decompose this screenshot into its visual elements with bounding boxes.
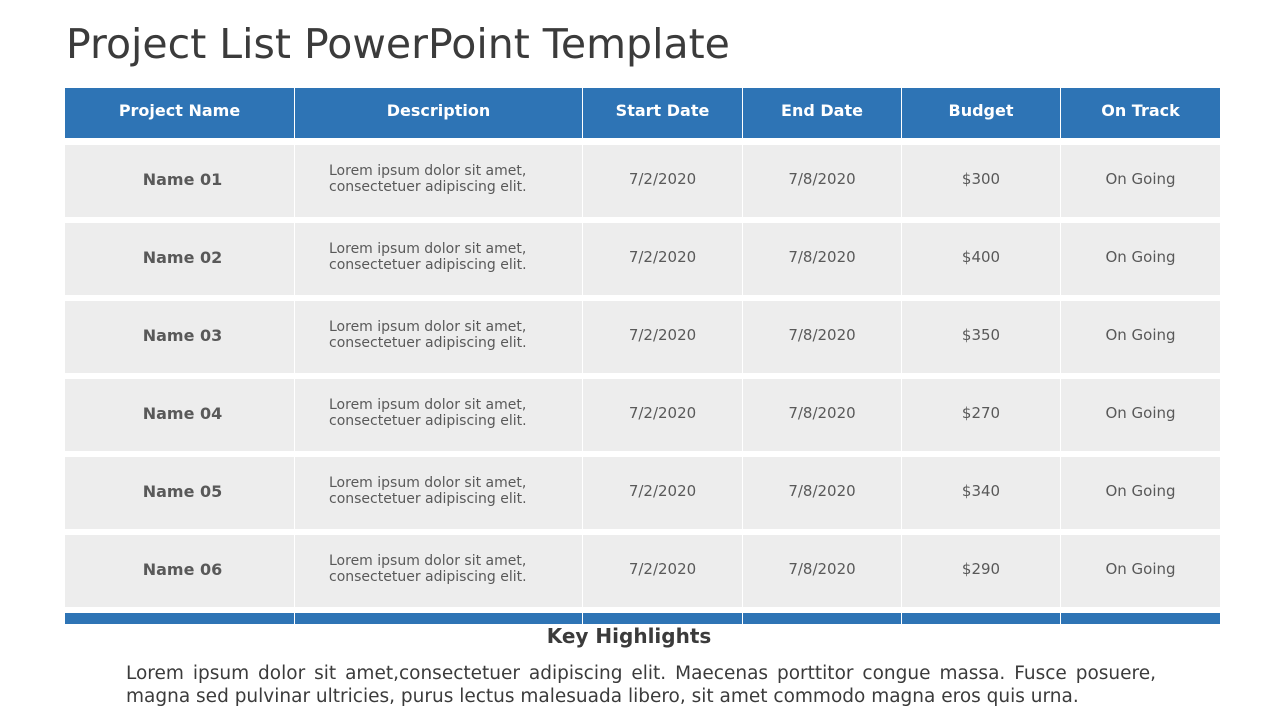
description-line-2: consectetuer adipiscing elit. — [329, 335, 527, 351]
description-line-1: Lorem ipsum dolor sit amet, — [329, 553, 527, 569]
project-name-cell: Name 04 — [65, 379, 295, 451]
description-line-2: consectetuer adipiscing elit. — [329, 569, 527, 585]
footer-segment — [902, 613, 1061, 624]
description-line-2: consectetuer adipiscing elit. — [329, 257, 527, 273]
footer-segment — [65, 613, 295, 624]
budget-cell: $350 — [902, 301, 1061, 373]
slide: Project List PowerPoint Template Project… — [0, 0, 1280, 720]
start-date-cell: 7/2/2020 — [583, 535, 743, 607]
budget-cell: $400 — [902, 223, 1061, 295]
table-row: Name 01 Lorem ipsum dolor sit amet, cons… — [65, 145, 1220, 217]
project-name-cell: Name 05 — [65, 457, 295, 529]
budget-cell: $300 — [902, 145, 1061, 217]
key-highlights-title: Key Highlights — [546, 624, 712, 648]
header-end-date: End Date — [743, 88, 902, 138]
table-body: Name 01 Lorem ipsum dolor sit amet, cons… — [65, 145, 1220, 607]
description-line-1: Lorem ipsum dolor sit amet, — [329, 319, 527, 335]
description-line-2: consectetuer adipiscing elit. — [329, 179, 527, 195]
project-name-cell: Name 01 — [65, 145, 295, 217]
end-date-cell: 7/8/2020 — [743, 301, 902, 373]
header-start-date: Start Date — [583, 88, 743, 138]
table-row: Name 05 Lorem ipsum dolor sit amet, cons… — [65, 457, 1220, 529]
description-line-2: consectetuer adipiscing elit. — [329, 491, 527, 507]
description-cell: Lorem ipsum dolor sit amet, consectetuer… — [295, 301, 583, 373]
description-line-1: Lorem ipsum dolor sit amet, — [329, 163, 527, 179]
end-date-cell: 7/8/2020 — [743, 379, 902, 451]
description-line-1: Lorem ipsum dolor sit amet, — [329, 241, 527, 257]
status-cell: On Going — [1105, 404, 1176, 422]
key-highlights-body: Lorem ipsum dolor sit amet,consectetuer … — [126, 663, 1156, 707]
project-name-cell: Name 02 — [65, 223, 295, 295]
table-header-row: Project Name Description Start Date End … — [65, 88, 1220, 138]
header-project-name: Project Name — [65, 88, 295, 138]
description-cell: Lorem ipsum dolor sit amet, consectetuer… — [295, 457, 583, 529]
header-on-track: On Track — [1101, 100, 1180, 120]
footer-segment — [295, 613, 583, 624]
table-row: Name 04 Lorem ipsum dolor sit amet, cons… — [65, 379, 1220, 451]
end-date-cell: 7/8/2020 — [743, 145, 902, 217]
project-table: Project Name Description Start Date End … — [65, 88, 1220, 624]
status-cell: On Going — [1105, 170, 1176, 188]
description-cell: Lorem ipsum dolor sit amet, consectetuer… — [295, 145, 583, 217]
header-description: Description — [295, 88, 583, 138]
start-date-cell: 7/2/2020 — [583, 457, 743, 529]
table-row: Name 06 Lorem ipsum dolor sit amet, cons… — [65, 535, 1220, 607]
end-date-cell: 7/8/2020 — [743, 535, 902, 607]
table-footer-bar — [65, 613, 1220, 624]
footer-segment — [583, 613, 743, 624]
footer-segment — [743, 613, 902, 624]
start-date-cell: 7/2/2020 — [583, 301, 743, 373]
start-date-cell: 7/2/2020 — [583, 223, 743, 295]
description-line-2: consectetuer adipiscing elit. — [329, 413, 527, 429]
description-cell: Lorem ipsum dolor sit amet, consectetuer… — [295, 535, 583, 607]
end-date-cell: 7/8/2020 — [743, 223, 902, 295]
table-row: Name 02 Lorem ipsum dolor sit amet, cons… — [65, 223, 1220, 295]
budget-cell: $270 — [902, 379, 1061, 451]
footer-segment — [1061, 613, 1220, 624]
budget-cell: $290 — [902, 535, 1061, 607]
status-cell: On Going — [1105, 560, 1176, 578]
start-date-cell: 7/2/2020 — [583, 145, 743, 217]
status-cell: On Going — [1105, 326, 1176, 344]
slide-title: Project List PowerPoint Template — [66, 20, 730, 68]
description-cell: Lorem ipsum dolor sit amet, consectetuer… — [295, 379, 583, 451]
description-line-1: Lorem ipsum dolor sit amet, — [329, 475, 527, 491]
status-cell: On Going — [1105, 482, 1176, 500]
project-name-cell: Name 06 — [65, 535, 295, 607]
status-cell: On Going — [1105, 248, 1176, 266]
table-row: Name 03 Lorem ipsum dolor sit amet, cons… — [65, 301, 1220, 373]
description-cell: Lorem ipsum dolor sit amet, consectetuer… — [295, 223, 583, 295]
end-date-cell: 7/8/2020 — [743, 457, 902, 529]
start-date-cell: 7/2/2020 — [583, 379, 743, 451]
project-name-cell: Name 03 — [65, 301, 295, 373]
description-line-1: Lorem ipsum dolor sit amet, — [329, 397, 527, 413]
budget-cell: $340 — [902, 457, 1061, 529]
header-budget: Budget — [902, 88, 1061, 138]
